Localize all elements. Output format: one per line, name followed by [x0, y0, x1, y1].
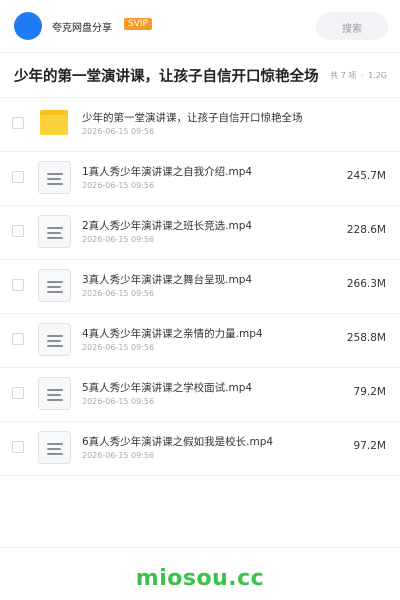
video-file-icon	[38, 269, 71, 302]
row-checkbox[interactable]	[12, 225, 24, 237]
file-date: 2026-06-15 09:56	[82, 397, 155, 406]
search-box[interactable]: 搜索	[316, 12, 388, 40]
meta-separator: ·	[360, 71, 364, 80]
file-row[interactable]: 6真人秀少年演讲课之假如我是校长.mp4 2026-06-15 09:56 97.2…	[0, 421, 400, 476]
file-name: 5真人秀少年演讲课之学校面试.mp4	[82, 382, 253, 394]
item-count: 共 7 项	[330, 71, 357, 80]
file-name: 2真人秀少年演讲课之班长竞选.mp4	[82, 220, 253, 232]
share-title-row: 少年的第一堂演讲课，让孩子自信开口惊艳全场 共 7 项 · 1.2G	[0, 52, 400, 98]
folder-icon	[38, 107, 71, 140]
share-meta: 共 7 项 · 1.2G	[330, 70, 387, 81]
row-checkbox[interactable]	[12, 387, 24, 399]
row-checkbox[interactable]	[12, 117, 24, 129]
row-checkbox[interactable]	[12, 171, 24, 183]
file-date: 2026-06-15 09:56	[82, 181, 155, 190]
footer-divider	[0, 547, 400, 548]
video-file-icon	[38, 161, 71, 194]
file-size: 266.3M	[346, 278, 386, 290]
file-size: 258.8M	[346, 332, 386, 344]
file-size: 245.7M	[346, 170, 386, 182]
avatar[interactable]	[14, 12, 42, 40]
video-file-icon	[38, 431, 71, 464]
page-title: 少年的第一堂演讲课，让孩子自信开口惊艳全场	[14, 69, 319, 85]
file-name: 4真人秀少年演讲课之亲情的力量.mp4	[82, 328, 263, 340]
header-bar: 夸克网盘分享 SVIP 搜索	[0, 0, 400, 53]
total-size: 1.2G	[368, 71, 387, 80]
file-row[interactable]: 少年的第一堂演讲课，让孩子自信开口惊艳全场 2026-06-15 09:56	[0, 97, 400, 152]
file-date: 2026-06-15 09:56	[82, 289, 155, 298]
file-date: 2026-06-15 09:56	[82, 343, 155, 352]
file-name: 6真人秀少年演讲课之假如我是校长.mp4	[82, 436, 274, 448]
watermark: miosou.cc	[135, 566, 265, 591]
app-name: 夸克网盘分享	[52, 23, 112, 34]
file-date: 2026-06-15 09:56	[82, 451, 155, 460]
file-row[interactable]: 3真人秀少年演讲课之舞台呈现.mp4 2026-06-15 09:56 266.3M	[0, 259, 400, 314]
svip-badge: SVIP	[124, 18, 152, 30]
file-size: 97.2M	[353, 440, 386, 452]
file-date: 2026-06-15 09:56	[82, 127, 155, 136]
file-date: 2026-06-15 09:56	[82, 235, 155, 244]
file-row[interactable]: 1真人秀少年演讲课之自我介绍.mp4 2026-06-15 09:56 245.7M	[0, 151, 400, 206]
file-row[interactable]: 5真人秀少年演讲课之学校面试.mp4 2026-06-15 09:56 79.2M	[0, 367, 400, 422]
video-file-icon	[38, 215, 71, 248]
file-row[interactable]: 2真人秀少年演讲课之班长竞选.mp4 2026-06-15 09:56 228.6M	[0, 205, 400, 260]
row-checkbox[interactable]	[12, 279, 24, 291]
file-name: 1真人秀少年演讲课之自我介绍.mp4	[82, 166, 253, 178]
row-checkbox[interactable]	[12, 441, 24, 453]
row-checkbox[interactable]	[12, 333, 24, 345]
search-placeholder: 搜索	[342, 24, 362, 35]
file-name: 少年的第一堂演讲课，让孩子自信开口惊艳全场	[82, 112, 303, 124]
video-file-icon	[38, 377, 71, 410]
file-name: 3真人秀少年演讲课之舞台呈现.mp4	[82, 274, 253, 286]
file-size: 79.2M	[353, 386, 386, 398]
file-row[interactable]: 4真人秀少年演讲课之亲情的力量.mp4 2026-06-15 09:56 258.8…	[0, 313, 400, 368]
video-file-icon	[38, 323, 71, 356]
file-size: 228.6M	[346, 224, 386, 236]
